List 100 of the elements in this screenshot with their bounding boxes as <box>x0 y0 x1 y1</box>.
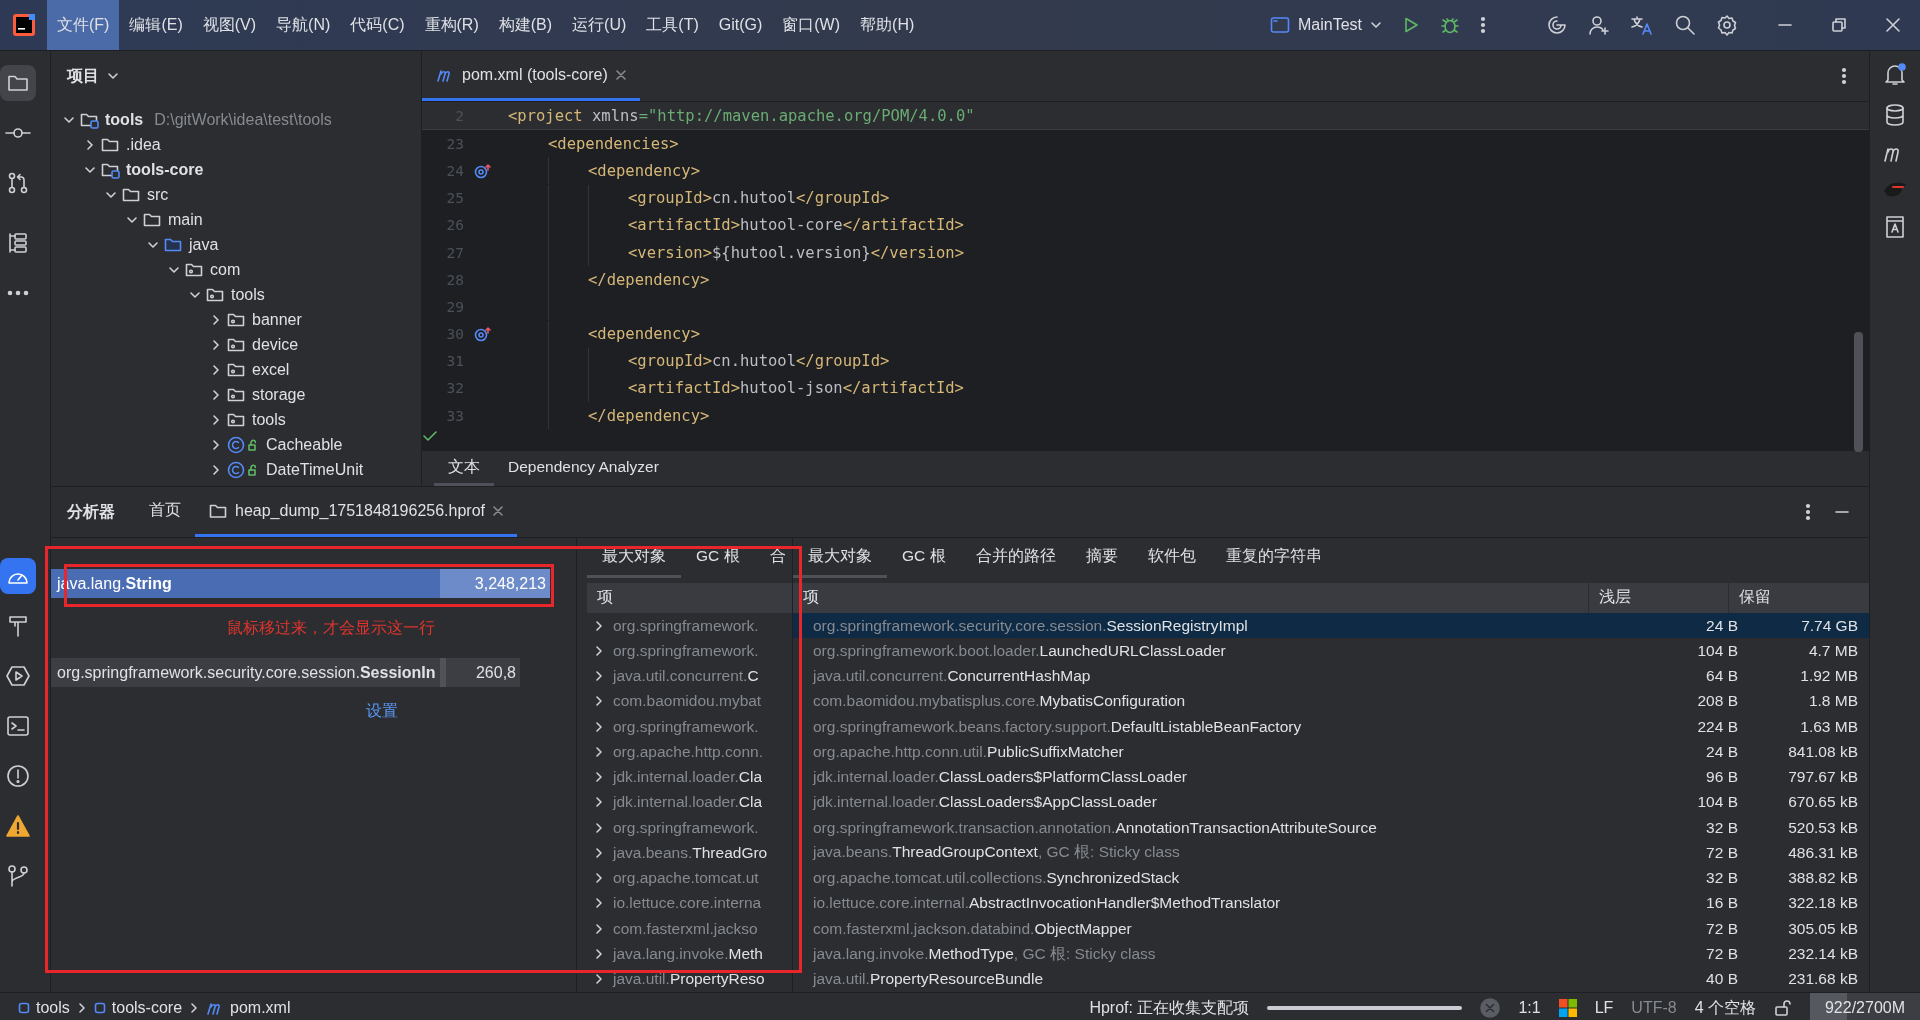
bug-icon[interactable] <box>1440 15 1460 35</box>
restore-icon[interactable] <box>1832 18 1846 32</box>
run-icon[interactable] <box>1402 16 1420 34</box>
menu-item[interactable]: 构建(B) <box>488 0 563 50</box>
settings-link[interactable]: 设置 <box>366 701 398 722</box>
tree-item[interactable]: com <box>210 260 241 279</box>
terminal-icon[interactable] <box>6 715 30 737</box>
close-icon[interactable] <box>615 69 626 80</box>
chevron-right-icon[interactable] <box>593 644 605 657</box>
view-tab[interactable]: 软件包 <box>1132 538 1211 578</box>
column-header[interactable]: 项 <box>587 582 613 613</box>
memory-indicator[interactable]: 922/2700M <box>1810 993 1920 1020</box>
database-icon[interactable] <box>1884 103 1906 127</box>
warning-icon[interactable] <box>6 815 30 837</box>
column-header[interactable]: 项 <box>793 582 1588 613</box>
close-icon[interactable] <box>493 505 503 516</box>
profiler-tool-button[interactable] <box>0 558 36 594</box>
view-tab[interactable]: 摘要 <box>1070 538 1133 578</box>
table-row[interactable]: com.fasterxml.jackson.databind.ObjectMapper 72 B 305.05 kB <box>793 916 1869 942</box>
menu-item[interactable]: 工具(T) <box>636 0 709 50</box>
more-icon[interactable] <box>1805 503 1811 521</box>
chevron-right-icon[interactable] <box>593 695 605 708</box>
view-tab[interactable]: GC 根 <box>887 538 961 578</box>
more-icon[interactable] <box>1480 16 1486 34</box>
app-logo-icon[interactable] <box>13 14 35 36</box>
table-row[interactable]: org.springframework.boot.loader.LaunchedURLClassLoader 104 B 4.7 MB <box>793 638 1869 664</box>
menu-item[interactable]: 视图(V) <box>192 0 267 50</box>
chevron-right-icon[interactable] <box>593 796 605 809</box>
chevron-right-icon[interactable] <box>210 463 222 476</box>
chevron-right-icon[interactable] <box>593 897 605 910</box>
chevron-down-icon[interactable] <box>107 70 119 82</box>
breadcrumb[interactable]: pom.xml <box>206 999 291 1017</box>
menu-item[interactable]: 帮助(H) <box>850 0 925 50</box>
table-row[interactable]: org.apache.http.conn.util.PublicSuffixMatcher 24 B 841.08 kB <box>793 739 1869 765</box>
implemented-marker-icon[interactable] <box>474 162 492 179</box>
table-row[interactable]: org.apache.tomcat.util.collections.SynchronizedStack 32 B 388.82 kB <box>793 865 1869 891</box>
menu-item[interactable]: 窗口(W) <box>772 0 851 50</box>
chevron-right-icon[interactable] <box>210 438 222 451</box>
swirl-icon[interactable] <box>1546 14 1568 36</box>
scrollbar[interactable] <box>1854 332 1863 452</box>
run-config-selector[interactable]: MainTest <box>1269 16 1382 34</box>
tool-tab[interactable]: heap_dump_1751848196256.hprof <box>195 487 517 537</box>
tree-item[interactable]: device <box>252 335 299 354</box>
view-tab[interactable]: 最大对象 <box>793 538 887 578</box>
tree-item[interactable]: tools <box>231 285 265 304</box>
tree-item[interactable]: excel <box>252 360 290 379</box>
tree-item[interactable]: storage <box>252 385 306 404</box>
chevron-right-icon[interactable] <box>593 619 605 632</box>
tree-item[interactable]: tools <box>105 110 144 129</box>
table-row[interactable]: java.util.concurrent.ConcurrentHashMap 64 B 1.92 MB <box>793 663 1869 689</box>
menu-item[interactable]: 导航(N) <box>266 0 341 50</box>
tree-item[interactable]: banner <box>252 310 302 329</box>
breadcrumb[interactable]: tools-core <box>93 999 183 1017</box>
file-encoding[interactable]: UTF-8 <box>1631 999 1677 1017</box>
chevron-right-icon[interactable] <box>593 922 605 935</box>
more-icon[interactable] <box>7 290 29 296</box>
add-user-icon[interactable] <box>1588 14 1610 36</box>
implemented-marker-icon[interactable] <box>474 326 492 343</box>
lock-icon[interactable] <box>1774 999 1792 1017</box>
menu-item[interactable]: 运行(U) <box>562 0 637 50</box>
translate-icon[interactable] <box>1630 14 1654 36</box>
chevron-right-icon[interactable] <box>593 771 605 784</box>
column-header[interactable]: 保留 <box>1728 582 1848 613</box>
menu-item[interactable]: 编辑(E) <box>119 0 193 50</box>
view-tab[interactable]: 重复的字符串 <box>1210 538 1337 578</box>
services-icon[interactable] <box>6 664 30 688</box>
chevron-right-icon[interactable] <box>593 720 605 733</box>
view-tab[interactable]: GC 根 <box>681 538 755 578</box>
chevron-right-icon[interactable] <box>593 846 605 859</box>
chevron-right-icon[interactable] <box>210 363 222 376</box>
chevron-right-icon[interactable] <box>210 388 222 401</box>
hammer-icon[interactable] <box>7 614 29 638</box>
indent-setting[interactable]: 4 个空格 <box>1694 997 1756 1019</box>
commit-icon[interactable] <box>5 126 31 140</box>
background-task[interactable]: Hprof: 正在收集支配项 <box>1089 997 1250 1019</box>
menu-item[interactable]: 代码(C) <box>340 0 415 50</box>
table-row[interactable]: org.springframework.security.core.session.SessionRegistryImpl 24 B 7.74 GB <box>793 612 1869 639</box>
chevron-right-icon[interactable] <box>593 872 605 885</box>
structure-icon[interactable] <box>7 232 29 254</box>
menu-item[interactable]: 重构(R) <box>414 0 489 50</box>
view-tab[interactable]: Dependency Analyzer <box>494 451 673 486</box>
tree-item[interactable]: .idea <box>126 135 161 154</box>
breadcrumb[interactable]: tools <box>18 999 70 1017</box>
panel-title[interactable]: 项目 <box>67 65 99 87</box>
chevron-right-icon[interactable] <box>593 948 605 960</box>
tree-item[interactable]: main <box>168 210 203 229</box>
table-row[interactable]: java.util.PropertyResourceBundle 40 B 231.68 kB <box>793 966 1869 992</box>
menu-item[interactable]: 文件(F) <box>47 0 120 50</box>
settings-icon[interactable] <box>1716 14 1738 36</box>
table-row[interactable]: java.beans.ThreadGroupContext, GC 根: Sticky class 72 B 486.31 kB <box>793 840 1869 866</box>
book-icon[interactable] <box>1884 215 1906 239</box>
view-tab[interactable]: 合并的路径 <box>960 538 1071 578</box>
tree-item[interactable]: src <box>147 185 169 204</box>
table-row[interactable]: jdk.internal.loader.ClassLoaders$PlatformClassLoader 96 B 797.67 kB <box>793 764 1869 790</box>
menu-item[interactable]: Git(G) <box>708 0 773 50</box>
table-row[interactable]: com.baomidou.mybatisplus.core.MybatisConfiguration 208 B 1.8 MB <box>793 688 1869 714</box>
chevron-right-icon[interactable] <box>593 670 605 683</box>
windows-logo-icon[interactable] <box>1558 999 1577 1017</box>
tree-item[interactable]: DateTimeUnit <box>266 460 364 479</box>
chevron-right-icon[interactable] <box>593 973 605 986</box>
